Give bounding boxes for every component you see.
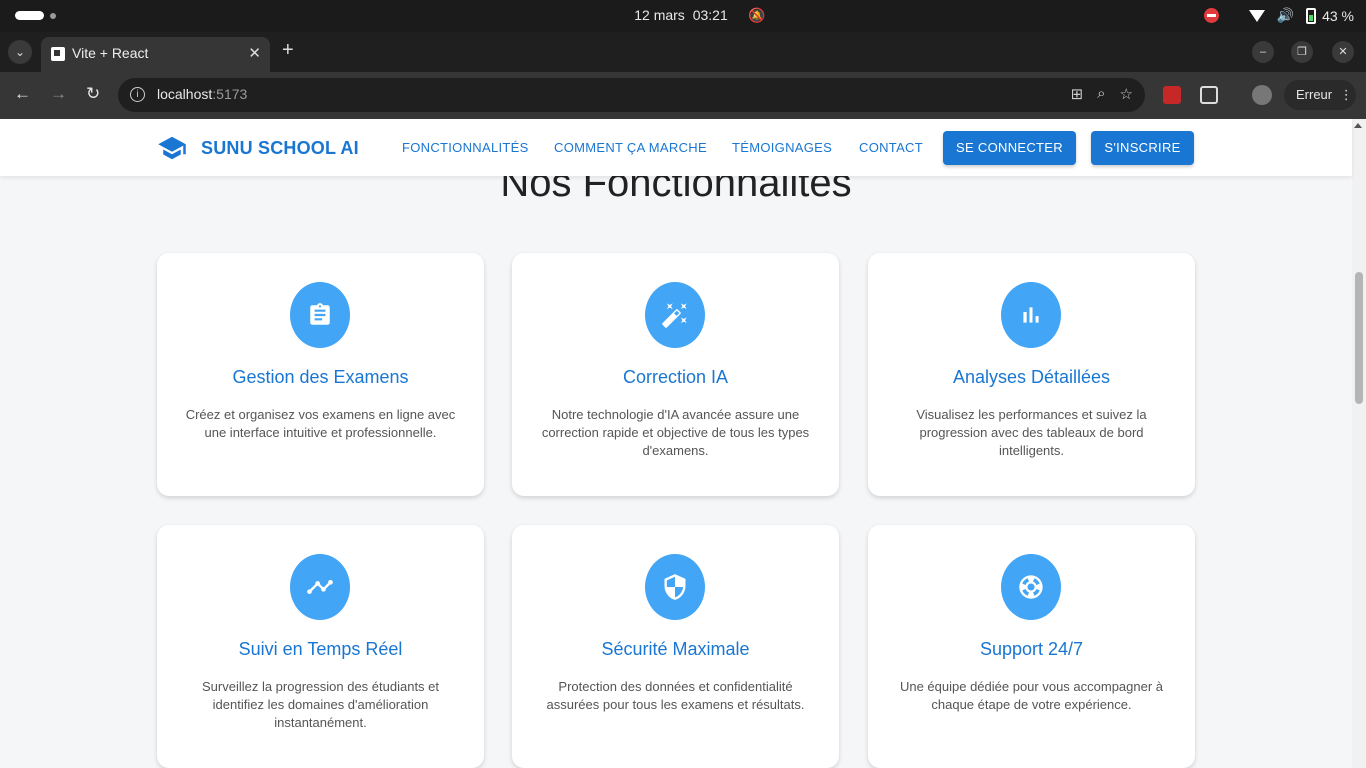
feature-description: Visualisez les performances et suivez la… [916, 407, 1147, 458]
close-window-icon[interactable]: ✕ [1332, 41, 1354, 63]
browser-tab-bar: ⌄ Vite + React ✕ + – ❐ ✕ [0, 32, 1366, 72]
zoom-icon[interactable]: ⌕ [1097, 85, 1105, 103]
profile-avatar-icon[interactable] [1252, 85, 1272, 105]
login-button[interactable]: SE CONNECTER [943, 131, 1076, 165]
favicon-icon [51, 47, 65, 61]
url-port: :5173 [212, 86, 248, 102]
translate-icon[interactable]: ⊞ [1071, 85, 1084, 103]
magic-wand-icon [645, 282, 705, 348]
feature-card: Suivi en Temps Réel Surveillez la progre… [157, 525, 484, 768]
nav-testimonials[interactable]: TÉMOIGNAGES [732, 140, 832, 155]
error-label: Erreur [1296, 87, 1333, 102]
graduation-cap-icon [157, 133, 187, 163]
scroll-up-arrow-icon[interactable] [1354, 123, 1362, 128]
os-clock[interactable]: 12 mars 03:21 [0, 7, 1366, 23]
feature-title: Suivi en Temps Réel [238, 639, 403, 659]
brand[interactable]: SUNU SCHOOL AI [157, 133, 359, 163]
site-header: SUNU SCHOOL AI FONCTIONNALITÉS COMMENT Ç… [0, 119, 1352, 176]
address-bar[interactable]: i localhost:5173 ⊞ ⌕ ☆ [118, 78, 1145, 112]
nav-how-it-works[interactable]: COMMENT ÇA MARCHE [554, 140, 707, 155]
do-not-disturb-icon [1203, 8, 1219, 23]
browser-tab[interactable]: Vite + React ✕ [41, 37, 270, 72]
url-text[interactable]: localhost:5173 [157, 86, 247, 102]
feature-card: Support 24/7 Une équipe dédiée pour vous… [868, 525, 1195, 768]
wifi-icon [1248, 9, 1265, 22]
close-tab-icon[interactable]: ✕ [248, 44, 261, 62]
page-viewport: Nos Fonctionnalités SUNU SCHOOL AI FONCT… [0, 119, 1366, 768]
feature-title: Gestion des Examens [232, 367, 409, 387]
feature-description: Protection des données et confidentialit… [546, 679, 805, 712]
notifications-off-icon: 🔕 [748, 7, 766, 23]
brand-name: SUNU SCHOOL AI [201, 137, 359, 158]
battery-level: 43 % [1322, 7, 1354, 24]
page-scrollbar[interactable] [1352, 119, 1366, 768]
feature-card: Correction IA Notre technologie d'IA ava… [512, 253, 839, 496]
tab-list-button[interactable]: ⌄ [8, 40, 32, 64]
lifebuoy-icon [1001, 554, 1061, 620]
minimize-icon[interactable]: – [1252, 41, 1274, 63]
volume-icon: 🔊 [1276, 7, 1295, 23]
scrollbar-thumb[interactable] [1355, 272, 1363, 404]
extension-icon[interactable] [1163, 86, 1181, 104]
clipboard-icon [290, 282, 350, 348]
feature-title: Sécurité Maximale [601, 639, 750, 659]
feature-description: Une équipe dédiée pour vous accompagner … [899, 679, 1164, 712]
battery-icon [1306, 7, 1317, 24]
restore-icon[interactable]: ❐ [1291, 41, 1313, 63]
os-top-bar: 12 mars 03:21 🔕 🔊 43 % [0, 0, 1366, 32]
browser-toolbar: ← → ↻ i localhost:5173 ⊞ ⌕ ☆ Erreur ⋮ [0, 72, 1366, 119]
feature-title: Support 24/7 [979, 639, 1084, 659]
reload-icon[interactable]: ↻ [86, 84, 100, 104]
bar-chart-icon [1001, 282, 1061, 348]
site-info-icon[interactable]: i [130, 87, 145, 102]
os-time: 03:21 [692, 7, 728, 23]
system-tray[interactable]: 🔊 43 % [1203, 7, 1354, 24]
tab-title: Vite + React [72, 45, 149, 61]
signup-button[interactable]: S'INSCRIRE [1091, 131, 1194, 165]
feature-description: Notre technologie d'IA avancée assure un… [541, 407, 810, 458]
feature-card: Sécurité Maximale Protection des données… [512, 525, 839, 768]
nav-contact[interactable]: CONTACT [859, 140, 923, 155]
nav-features[interactable]: FONCTIONNALITÉS [402, 140, 529, 155]
feature-description: Créez et organisez vos examens en ligne … [185, 407, 456, 440]
back-icon[interactable]: ← [14, 84, 31, 104]
feature-card: Gestion des Examens Créez et organisez v… [157, 253, 484, 496]
os-date: 12 mars [634, 7, 685, 23]
url-host: localhost [157, 86, 213, 102]
feature-title: Analyses Détaillées [952, 367, 1111, 387]
more-menu-icon: ⋮ [1339, 87, 1353, 102]
new-tab-icon[interactable]: + [282, 39, 294, 62]
feature-card: Analyses Détaillées Visualisez les perfo… [868, 253, 1195, 496]
trend-line-icon [290, 554, 350, 620]
forward-icon[interactable]: → [50, 84, 67, 104]
feature-title: Correction IA [622, 367, 729, 387]
error-menu-button[interactable]: Erreur ⋮ [1284, 80, 1356, 110]
bookmark-star-icon[interactable]: ☆ [1120, 85, 1133, 103]
feature-description: Surveillez la progression des étudiants … [201, 679, 440, 730]
shield-icon [645, 554, 705, 620]
extensions-puzzle-icon[interactable] [1200, 86, 1218, 104]
